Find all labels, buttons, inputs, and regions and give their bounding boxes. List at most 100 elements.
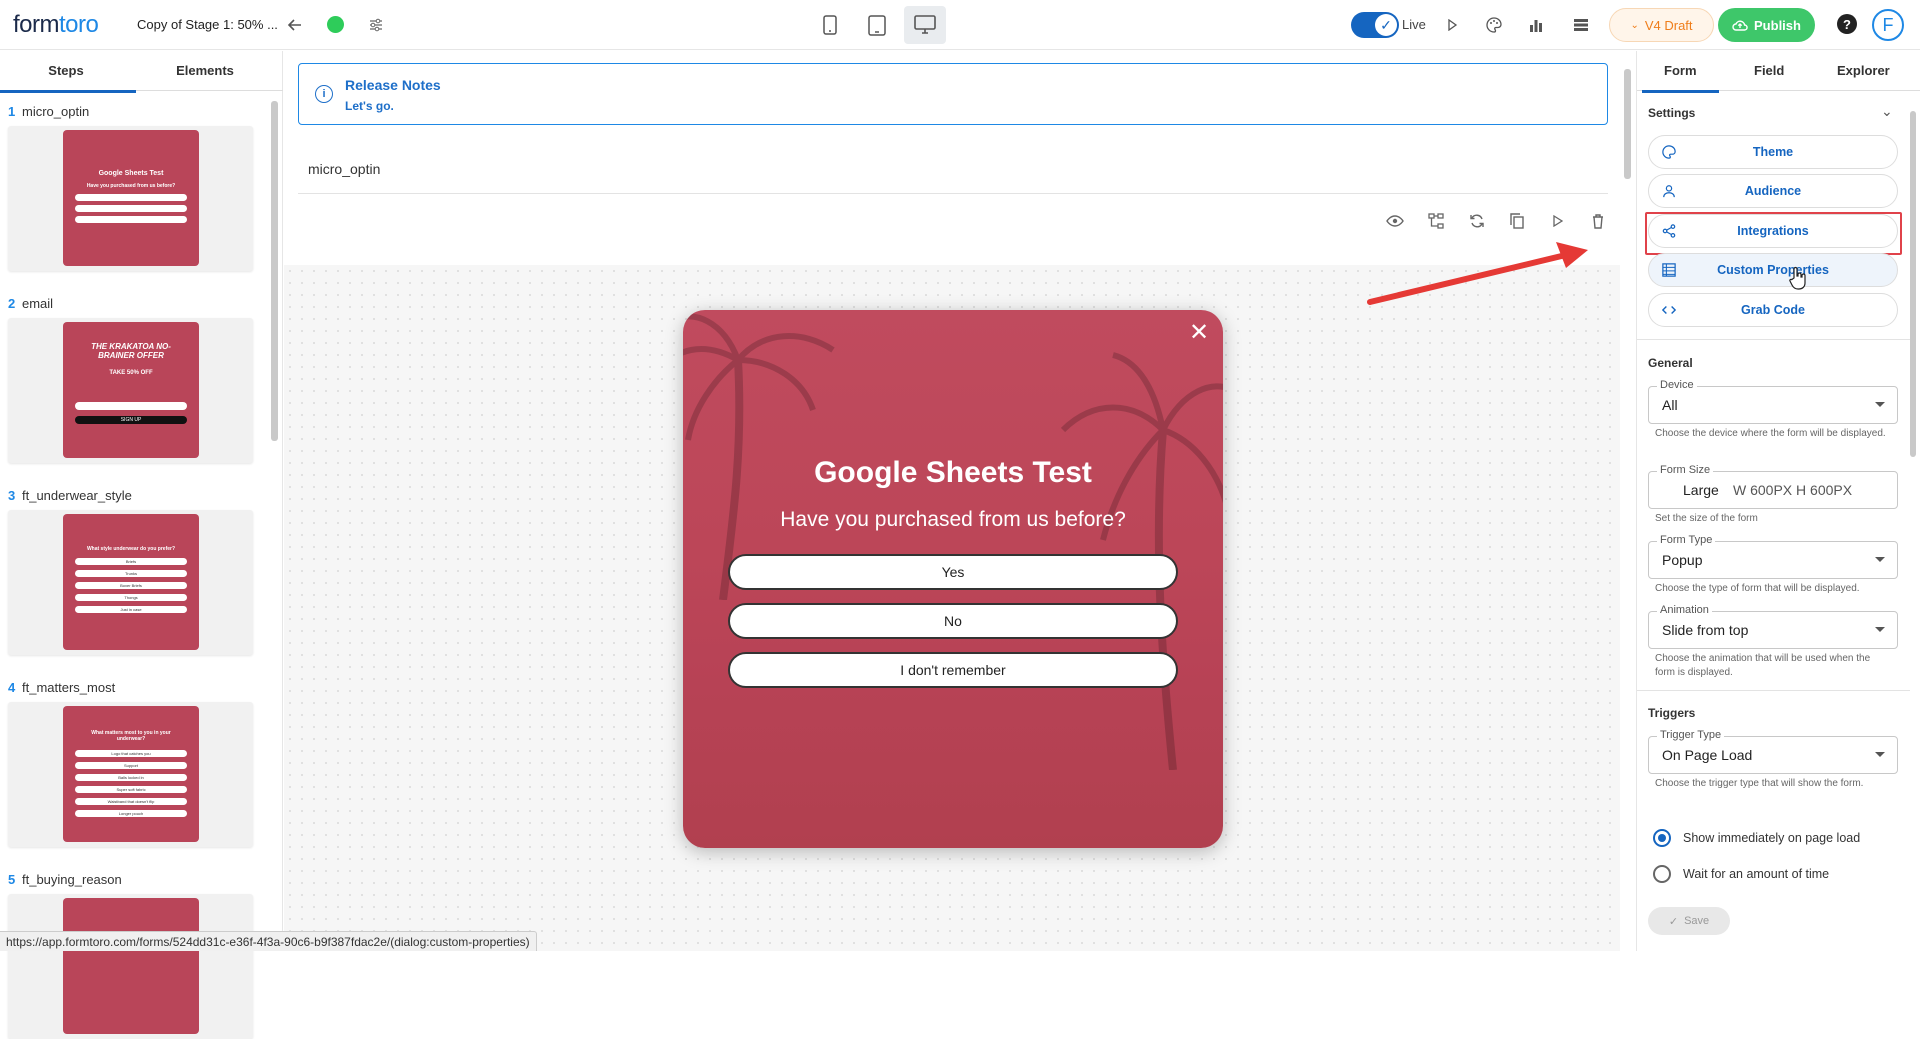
popup-title: Google Sheets Test <box>814 456 1092 489</box>
step-thumbnail[interactable]: THE KRAKATOA NO-BRAINER OFFER TAKE 50% O… <box>8 318 253 463</box>
annotation-arrow <box>1367 242 1588 305</box>
form-size-dimensions: W 600PX H 600PX <box>1733 482 1853 498</box>
thumbnail-preview: Google Sheets Test Have you purchased fr… <box>63 130 199 266</box>
dropdown-arrow-icon <box>1875 402 1885 407</box>
device-help: Choose the device where the form will be… <box>1655 428 1886 439</box>
release-notes-title: Release Notes <box>345 77 441 93</box>
sliders-icon[interactable] <box>366 15 386 35</box>
tab-elements[interactable]: Elements <box>175 63 235 78</box>
desktop-view-icon[interactable] <box>904 6 946 44</box>
option-dont-remember-button[interactable]: I don't remember <box>728 652 1178 688</box>
custom-properties-label: Custom Properties <box>1717 263 1829 277</box>
bar-chart-icon[interactable] <box>1526 15 1546 35</box>
custom-properties-button[interactable]: Custom Properties <box>1648 253 1898 290</box>
thumbnail-option: Super soft fabric <box>75 786 187 793</box>
publish-button[interactable]: Publish <box>1718 8 1815 42</box>
right-scrollbar[interactable] <box>1910 111 1916 457</box>
hand-cursor-icon <box>1789 266 1806 290</box>
tab-field[interactable]: Field <box>1754 63 1784 78</box>
thumbnail-option: Support <box>75 762 187 769</box>
tablet-view-icon[interactable] <box>857 6 897 44</box>
audience-button[interactable]: Audience <box>1648 174 1898 208</box>
palette-icon[interactable] <box>1484 15 1504 35</box>
play-step-icon[interactable] <box>1548 211 1568 231</box>
thumbnail-option: Trunks <box>75 570 187 577</box>
thumbnail-preview: What style underwear do you prefer? Brie… <box>63 514 199 650</box>
divider <box>298 193 1608 194</box>
device-value: All <box>1662 397 1678 413</box>
animation-help: Choose the animation that will be used w… <box>1655 653 1871 678</box>
step-thumbnail[interactable]: What matters most to you in your underwe… <box>8 702 253 847</box>
settings-heading: Settings <box>1648 106 1696 120</box>
live-toggle[interactable]: ✓ <box>1351 12 1399 38</box>
right-panel: Form Field Explorer Settings ⌄ Theme Aud… <box>1636 51 1920 951</box>
check-icon: ✓ <box>1375 14 1397 36</box>
version-draft-button[interactable]: ⌄ V4 Draft <box>1609 8 1714 42</box>
animation-select[interactable]: Animation Slide from top <box>1648 604 1898 649</box>
person-icon <box>1663 185 1675 198</box>
step-thumbnail[interactable] <box>8 894 253 1039</box>
help-icon[interactable]: ? <box>1837 14 1857 34</box>
form-name[interactable]: Copy of Stage 1: 50% ... <box>137 17 278 32</box>
triggers-heading: Triggers <box>1648 706 1696 720</box>
status-dot-icon <box>327 16 344 33</box>
step-thumbnail[interactable]: Google Sheets Test Have you purchased fr… <box>8 126 253 271</box>
thumbnail-option: Balls locked in <box>75 774 187 781</box>
form-size-field[interactable]: Form Size Large W 600PX H 600PX <box>1648 464 1898 509</box>
thumbnail-option: Thongs <box>75 594 187 601</box>
theme-button[interactable]: Theme <box>1648 135 1898 169</box>
radio-wait-time[interactable] <box>1653 865 1671 883</box>
thumbnail-option: Logo that catches you <box>75 750 187 757</box>
avatar[interactable]: F <box>1872 9 1904 41</box>
tab-explorer[interactable]: Explorer <box>1837 63 1890 78</box>
left-scrollbar[interactable] <box>271 101 278 441</box>
branch-icon[interactable] <box>1426 211 1446 231</box>
eye-icon[interactable] <box>1385 211 1405 231</box>
form-size-label: Form Size <box>1657 464 1714 476</box>
radio-label: Show immediately on page load <box>1683 831 1861 845</box>
list-icon[interactable] <box>1571 15 1591 35</box>
thumbnail-title: What style underwear do you prefer? <box>86 546 176 552</box>
mobile-view-icon[interactable] <box>810 6 850 44</box>
trash-icon[interactable] <box>1588 211 1608 231</box>
tab-form[interactable]: Form <box>1642 63 1718 93</box>
thumbnail-title: THE KRAKATOA NO-BRAINER OFFER <box>91 342 171 360</box>
palette-icon <box>1662 145 1676 159</box>
refresh-icon[interactable] <box>1467 211 1487 231</box>
thumbnail-subtitle: TAKE 50% OFF <box>109 370 153 376</box>
chevron-down-icon: ⌄ <box>1630 19 1639 31</box>
form-size-help: Set the size of the form <box>1655 513 1758 524</box>
tab-steps[interactable]: Steps <box>0 63 136 93</box>
option-yes-button[interactable]: Yes <box>728 554 1178 590</box>
canvas-scrollbar[interactable] <box>1624 69 1631 179</box>
thumbnail-option: Longer pouch <box>75 810 187 817</box>
audience-label: Audience <box>1744 184 1802 198</box>
chevron-down-icon[interactable]: ⌄ <box>1881 103 1893 120</box>
release-notes-banner[interactable]: i Release Notes Let's go. <box>298 63 1608 125</box>
thumbnail-option <box>75 194 187 201</box>
radio-show-immediately[interactable] <box>1653 829 1671 847</box>
form-type-select[interactable]: Form Type Popup <box>1648 534 1898 579</box>
save-label: Save <box>1684 915 1710 927</box>
device-select[interactable]: Device All <box>1648 379 1898 424</box>
formtoro-logo[interactable]: formtoro <box>13 11 99 39</box>
dropdown-arrow-icon <box>1875 627 1885 632</box>
form-popup-preview[interactable]: ✕ Google Sheets Test Have you purchased … <box>683 310 1223 848</box>
trigger-type-value: On Page Load <box>1662 747 1753 763</box>
form-size-value: Large <box>1683 482 1719 498</box>
close-icon[interactable]: ✕ <box>1187 319 1211 346</box>
grab-code-button[interactable]: Grab Code <box>1648 293 1898 327</box>
step-thumbnail[interactable]: What style underwear do you prefer? Brie… <box>8 510 253 655</box>
publish-label: Publish <box>1754 17 1801 33</box>
thumbnail-option: Boxer Briefs <box>75 582 187 589</box>
save-button[interactable]: ✓ Save <box>1648 907 1730 935</box>
divider <box>1637 339 1910 340</box>
top-bar: formtoro Copy of Stage 1: 50% ... ✓ Live… <box>0 0 1920 50</box>
copy-icon[interactable] <box>1507 211 1527 231</box>
option-no-button[interactable]: No <box>728 603 1178 639</box>
trigger-type-select[interactable]: Trigger Type On Page Load <box>1648 729 1898 774</box>
check-icon: ✓ <box>1668 915 1679 928</box>
back-arrow-icon[interactable] <box>285 15 305 35</box>
play-icon[interactable] <box>1442 15 1462 35</box>
step-name: email <box>22 296 54 311</box>
